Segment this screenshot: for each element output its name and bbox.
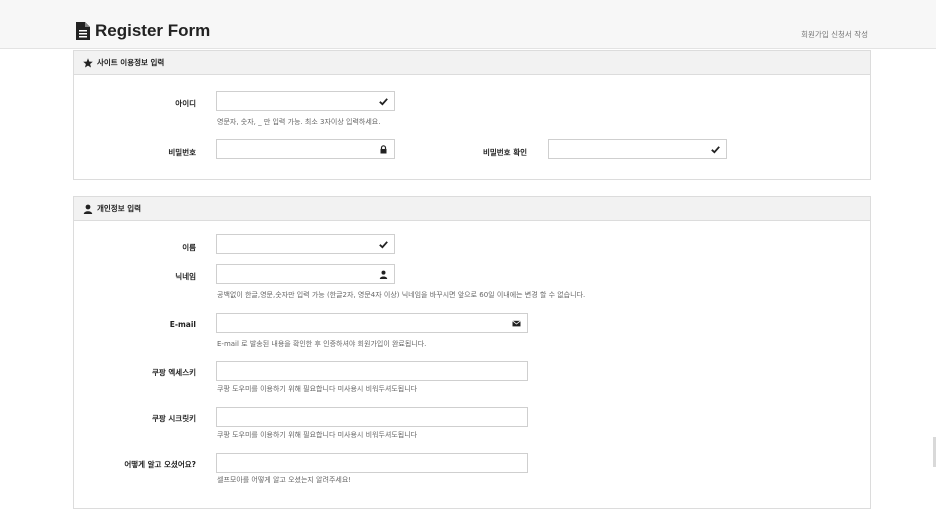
referral-field[interactable] (216, 453, 528, 473)
userid-input[interactable] (217, 92, 394, 110)
envelope-icon (512, 320, 521, 327)
coupang-access-label: 쿠팡 엑세스키 (151, 368, 196, 377)
email-help: E-mail 로 발송된 내용을 확인한 후 인증하셔야 회원가입이 완료됩니다… (217, 340, 427, 348)
nickname-help: 공백없이 한글,영문,숫자만 입력 가능 (한글2자, 영문4자 이상) 닉네임… (217, 291, 586, 299)
password-input[interactable] (217, 140, 394, 158)
top-header: Register Form 회원가입 신청서 작성 (0, 0, 936, 49)
user-icon (379, 270, 388, 279)
coupang-secret-field[interactable] (216, 407, 528, 427)
password-confirm-field[interactable] (548, 139, 727, 159)
nickname-field[interactable] (216, 264, 395, 284)
name-field[interactable] (216, 234, 395, 254)
page-title: Register Form (95, 21, 211, 40)
password-label: 비밀번호 (168, 148, 196, 157)
personal-info-panel: 개인정보 입력 이름 닉네임 공백없이 한글,영문,숫자만 입력 가능 (한글2… (73, 196, 871, 509)
site-info-header: 사이트 이용정보 입력 (74, 51, 870, 75)
name-input[interactable] (217, 235, 394, 253)
coupang-secret-help: 쿠팡 도우미를 이용하기 위해 필요합니다 미사용시 비워두셔도됩니다 (217, 431, 418, 439)
nickname-label: 닉네임 (175, 272, 196, 281)
userid-field[interactable] (216, 91, 395, 111)
personal-info-title: 개인정보 입력 (97, 204, 142, 213)
userid-help: 영문자, 숫자, _ 만 입력 가능. 최소 3자이상 입력하세요. (217, 118, 381, 126)
referral-input[interactable] (217, 454, 527, 472)
nickname-input[interactable] (217, 265, 394, 283)
brand[interactable]: Register Form (76, 21, 210, 41)
lock-icon (380, 145, 387, 154)
document-icon (76, 22, 90, 40)
check-icon (711, 146, 720, 154)
star-icon (83, 57, 93, 67)
site-info-panel: 사이트 이용정보 입력 아이디 영문자, 숫자, _ 만 입력 가능. 최소 3… (73, 50, 871, 180)
coupang-access-field[interactable] (216, 361, 528, 381)
coupang-secret-input[interactable] (217, 408, 527, 426)
referral-label: 어떻게 알고 오셨어요? (124, 460, 196, 469)
referral-help: 셀프모아를 어떻게 알고 오셨는지 알려주세요! (217, 476, 352, 484)
userid-label: 아이디 (175, 99, 196, 108)
email-input[interactable] (217, 314, 527, 332)
check-icon (379, 98, 388, 106)
password-field[interactable] (216, 139, 395, 159)
breadcrumb: 회원가입 신청서 작성 (801, 30, 868, 39)
site-info-title: 사이트 이용정보 입력 (97, 58, 165, 67)
name-label: 이름 (182, 243, 196, 252)
coupang-access-input[interactable] (217, 362, 527, 380)
coupang-access-help: 쿠팡 도우미를 이용하기 위해 필요합니다 미사용시 비워두셔도됩니다 (217, 385, 418, 393)
email-field[interactable] (216, 313, 528, 333)
check-icon (379, 241, 388, 249)
email-label: E-mail (169, 320, 196, 329)
password-confirm-label: 비밀번호 확인 (482, 148, 527, 157)
user-icon (83, 204, 93, 214)
password-confirm-input[interactable] (549, 140, 726, 158)
personal-info-header: 개인정보 입력 (74, 197, 870, 221)
coupang-secret-label: 쿠팡 시크릿키 (151, 414, 196, 423)
